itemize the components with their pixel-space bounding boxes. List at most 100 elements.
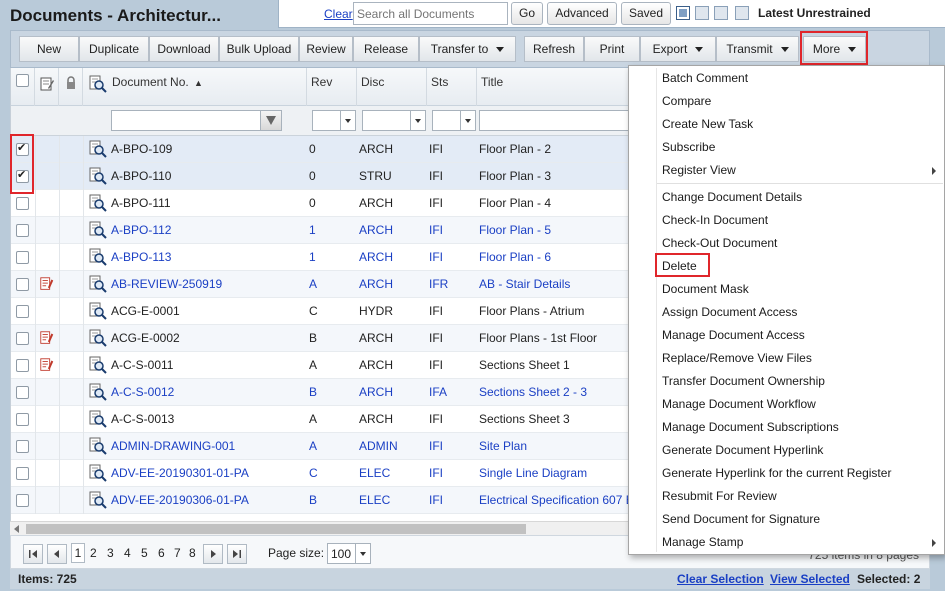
page-link[interactable]: 2 xyxy=(90,546,97,560)
doc-no-cell[interactable]: ADMIN-DRAWING-001 xyxy=(111,433,301,460)
doc-no-cell[interactable]: ADV-EE-20190306-01-PA xyxy=(111,487,301,514)
page-link[interactable]: 5 xyxy=(141,546,148,560)
table-row[interactable]: A-BPO-110 0 STRU IFI Floor Plan - 3 xyxy=(11,163,630,190)
edit-document-icon[interactable] xyxy=(39,330,55,346)
page-link[interactable]: 7 xyxy=(174,546,181,560)
view-document-icon[interactable] xyxy=(89,194,107,212)
table-row[interactable]: ADV-EE-20190301-01-PA C ELEC IFI Single … xyxy=(11,460,630,487)
first-page-button[interactable] xyxy=(23,544,43,564)
title-cell[interactable]: Single Line Diagram xyxy=(479,460,630,487)
clear-selection-link[interactable]: Clear Selection xyxy=(677,572,764,586)
view-document-icon[interactable] xyxy=(89,491,107,509)
title-cell[interactable]: AB - Stair Details xyxy=(479,271,630,298)
row-checkbox[interactable] xyxy=(16,332,29,345)
page-size-select[interactable]: 100 xyxy=(327,543,371,564)
bulk-upload-button[interactable]: Bulk Upload xyxy=(219,36,299,62)
view-document-icon[interactable] xyxy=(89,167,107,185)
disc-filter[interactable] xyxy=(362,110,426,131)
view-document-icon[interactable] xyxy=(89,383,107,401)
view-document-icon[interactable] xyxy=(89,356,107,374)
menu-item-manage-document-workflow[interactable]: Manage Document Workflow xyxy=(629,393,944,416)
menu-item-manage-stamp[interactable]: Manage Stamp xyxy=(629,531,944,554)
menu-item-create-new-task[interactable]: Create New Task xyxy=(629,113,944,136)
menu-item-batch-comment[interactable]: Batch Comment xyxy=(629,67,944,90)
menu-item-subscribe[interactable]: Subscribe xyxy=(629,136,944,159)
advanced-button[interactable]: Advanced xyxy=(547,2,617,25)
title-cell[interactable]: Site Plan xyxy=(479,433,630,460)
title-cell[interactable]: Floor Plan - 5 xyxy=(479,217,630,244)
table-row[interactable]: A-C-S-0012 B ARCH IFA Sections Sheet 2 -… xyxy=(11,379,630,406)
table-row[interactable]: A-BPO-111 0 ARCH IFI Floor Plan - 4 xyxy=(11,190,630,217)
row-checkbox[interactable] xyxy=(16,359,29,372)
view-mode-3-icon[interactable] xyxy=(714,6,728,20)
menu-item-generate-hyperlink-for-the-current-register[interactable]: Generate Hyperlink for the current Regis… xyxy=(629,462,944,485)
current-page[interactable]: 1 xyxy=(71,543,85,563)
next-page-button[interactable] xyxy=(203,544,223,564)
new-button[interactable]: New xyxy=(19,36,79,62)
menu-item-check-out-document[interactable]: Check-Out Document xyxy=(629,232,944,255)
table-row[interactable]: A-BPO-113 1 ARCH IFI Floor Plan - 6 xyxy=(11,244,630,271)
saved-button[interactable]: Saved xyxy=(621,2,671,25)
table-row[interactable]: A-C-S-0013 A ARCH IFI Sections Sheet 3 xyxy=(11,406,630,433)
view-document-icon[interactable] xyxy=(89,437,107,455)
view-document-icon[interactable] xyxy=(89,248,107,266)
menu-item-manage-document-access[interactable]: Manage Document Access xyxy=(629,324,944,347)
view-document-icon[interactable] xyxy=(89,221,107,239)
release-button[interactable]: Release xyxy=(353,36,419,62)
table-row[interactable]: A-BPO-109 0 ARCH IFI Floor Plan - 2 xyxy=(11,136,630,163)
print-button[interactable]: Print xyxy=(584,36,640,62)
view-document-icon[interactable] xyxy=(89,464,107,482)
menu-item-resubmit-for-review[interactable]: Resubmit For Review xyxy=(629,485,944,508)
edit-document-icon[interactable] xyxy=(39,276,55,292)
view-document-icon[interactable] xyxy=(89,302,107,320)
doc-no-cell[interactable]: A-C-S-0012 xyxy=(111,379,301,406)
disc-header[interactable]: Disc xyxy=(357,68,427,106)
table-row[interactable]: ACG-E-0002 B ARCH IFI Floor Plans - 1st … xyxy=(11,325,630,352)
doc-no-cell[interactable]: A-BPO-112 xyxy=(111,217,301,244)
menu-item-replace-remove-view-files[interactable]: Replace/Remove View Files xyxy=(629,347,944,370)
table-row[interactable]: A-C-S-0011 A ARCH IFI Sections Sheet 1 xyxy=(11,352,630,379)
menu-item-check-in-document[interactable]: Check-In Document xyxy=(629,209,944,232)
row-checkbox[interactable] xyxy=(16,224,29,237)
page-link[interactable]: 8 xyxy=(189,546,196,560)
row-checkbox[interactable] xyxy=(16,440,29,453)
scroll-left-icon[interactable] xyxy=(14,525,19,533)
row-checkbox[interactable] xyxy=(16,278,29,291)
table-row[interactable]: ACG-E-0001 C HYDR IFI Floor Plans - Atri… xyxy=(11,298,630,325)
select-all-checkbox[interactable] xyxy=(16,74,29,87)
title-cell[interactable]: Floor Plan - 6 xyxy=(479,244,630,271)
duplicate-button[interactable]: Duplicate xyxy=(79,36,149,62)
page-link[interactable]: 3 xyxy=(107,546,114,560)
table-row[interactable]: ADMIN-DRAWING-001 A ADMIN IFI Site Plan xyxy=(11,433,630,460)
view-mode-1-icon[interactable] xyxy=(676,6,690,20)
table-row[interactable]: A-BPO-112 1 ARCH IFI Floor Plan - 5 xyxy=(11,217,630,244)
view-mode-4-icon[interactable] xyxy=(735,6,749,20)
page-link[interactable]: 6 xyxy=(158,546,165,560)
view-selected-link[interactable]: View Selected xyxy=(770,572,850,586)
download-button[interactable]: Download xyxy=(149,36,219,62)
view-document-icon[interactable] xyxy=(89,275,107,293)
table-row[interactable]: AB-REVIEW-250919 A ARCH IFR AB - Stair D… xyxy=(11,271,630,298)
row-checkbox[interactable] xyxy=(16,413,29,426)
scrollbar-thumb[interactable] xyxy=(26,524,526,534)
rev-filter[interactable] xyxy=(312,110,356,131)
go-button[interactable]: Go xyxy=(511,2,543,25)
review-button[interactable]: Review xyxy=(299,36,353,62)
horizontal-scrollbar[interactable] xyxy=(10,521,630,535)
row-checkbox[interactable] xyxy=(16,494,29,507)
prev-page-button[interactable] xyxy=(47,544,67,564)
row-checkbox[interactable] xyxy=(16,386,29,399)
menu-item-send-document-for-signature[interactable]: Send Document for Signature xyxy=(629,508,944,531)
rev-header[interactable]: Rev xyxy=(307,68,357,106)
document-no-filter[interactable] xyxy=(111,110,261,131)
search-input[interactable] xyxy=(353,2,508,25)
view-document-icon[interactable] xyxy=(89,410,107,428)
menu-item-change-document-details[interactable]: Change Document Details xyxy=(629,186,944,209)
row-checkbox[interactable] xyxy=(16,251,29,264)
doc-no-cell[interactable]: AB-REVIEW-250919 xyxy=(111,271,301,298)
view-mode-2-icon[interactable] xyxy=(695,6,709,20)
sts-filter[interactable] xyxy=(432,110,476,131)
last-page-button[interactable] xyxy=(227,544,247,564)
row-checkbox[interactable] xyxy=(16,305,29,318)
title-cell[interactable]: Sections Sheet 2 - 3 xyxy=(479,379,630,406)
